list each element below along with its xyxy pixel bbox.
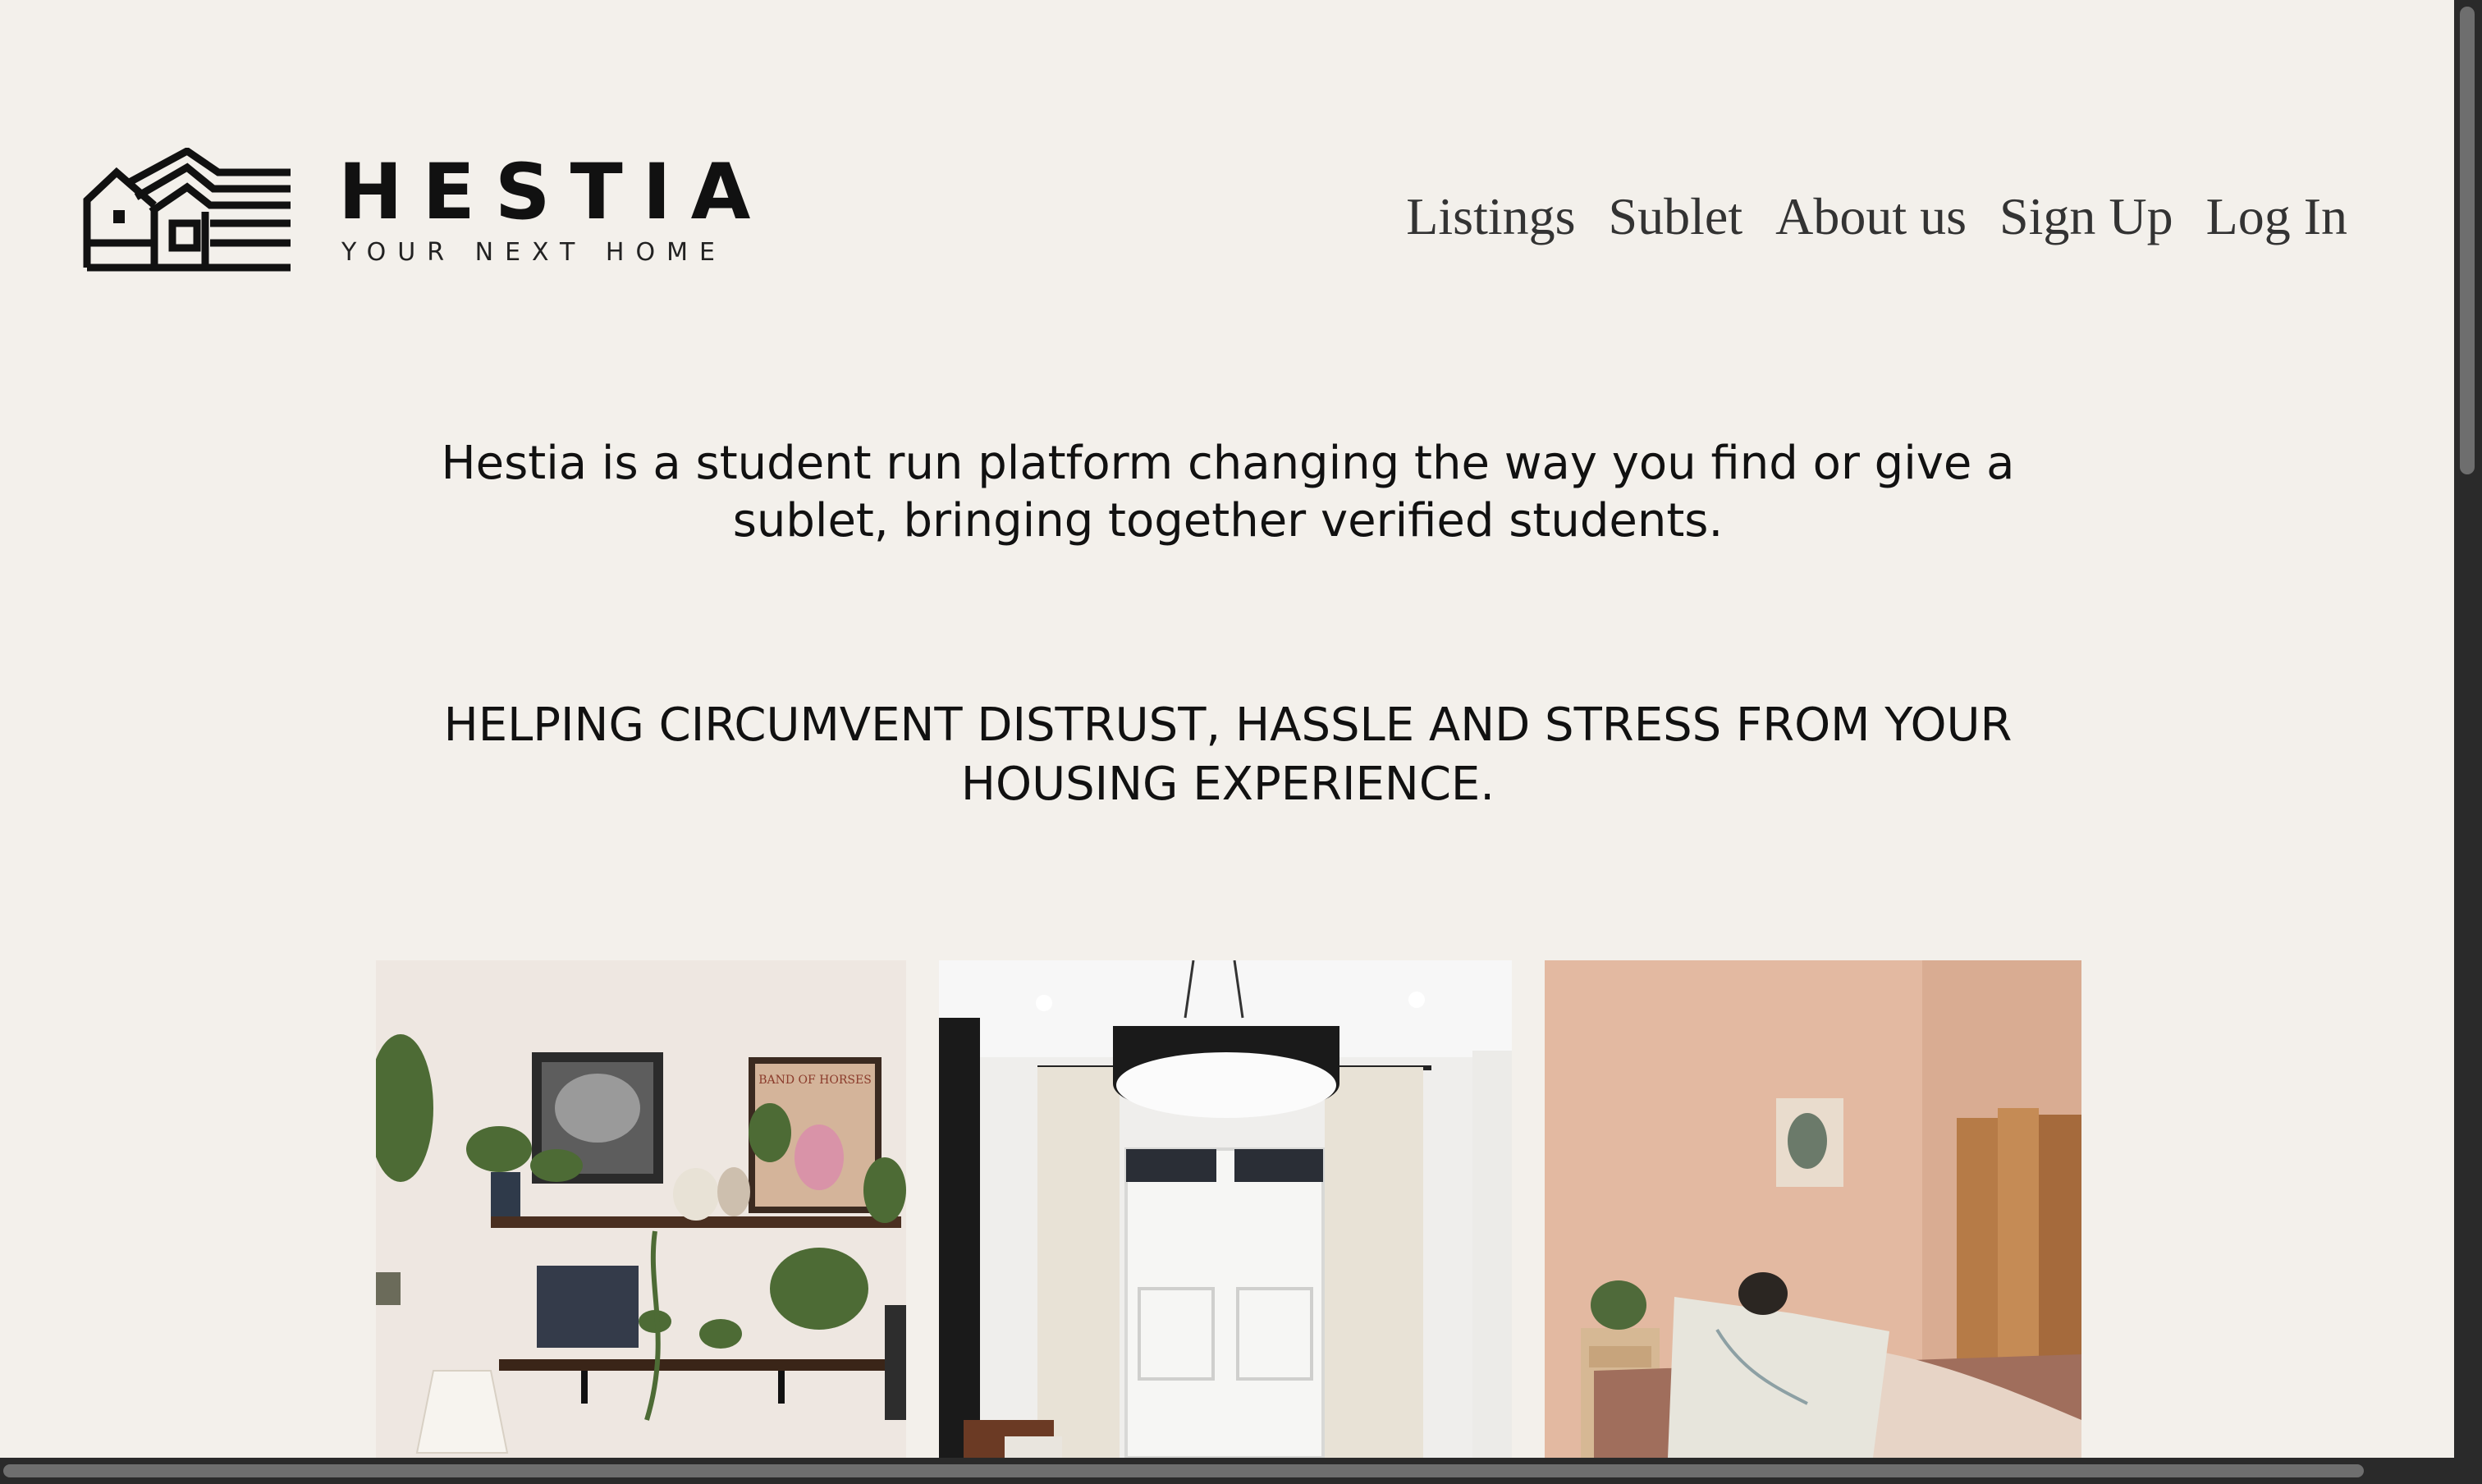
intro-text: Hestia is a student run platform changin…: [441, 437, 2015, 547]
room-shelves-plants-photo[interactable]: BAND OF HORSES: [376, 960, 906, 1458]
room-pendant-lamp-photo[interactable]: [939, 960, 1512, 1458]
brand-tagline: YOUR NEXT HOME: [341, 238, 726, 267]
nav-link-log-in[interactable]: Log In: [2206, 190, 2347, 243]
nav-link-sublet[interactable]: Sublet: [1609, 190, 1743, 243]
house-logo-icon: [83, 148, 291, 272]
brand-name: HESTIA: [338, 148, 771, 237]
photo-gallery: BAND OF HORSES: [0, 960, 2454, 1458]
nav-link-about-us[interactable]: About us: [1775, 190, 1967, 243]
horizontal-scrollbar[interactable]: [0, 1458, 2454, 1484]
vertical-scrollbar-thumb[interactable]: [2460, 7, 2475, 474]
horizontal-scrollbar-thumb[interactable]: [3, 1464, 2364, 1477]
brand-logo[interactable]: HESTIA YOUR NEXT HOME: [82, 148, 750, 279]
bedroom-map-reading-photo[interactable]: [1545, 960, 2081, 1458]
mission-tagline: HELPING CIRCUMVENT DISTRUST, HASSLE AND …: [443, 698, 2013, 811]
nav-link-sign-up[interactable]: Sign Up: [1999, 190, 2173, 243]
page: HESTIA YOUR NEXT HOME Listings Sublet Ab…: [0, 0, 2454, 1458]
poster-text: BAND OF HORSES: [758, 1074, 872, 1087]
scrollbar-corner: [2454, 1458, 2482, 1484]
main-nav: Listings Sublet About us Sign Up Log In: [1406, 190, 2347, 243]
nav-link-listings[interactable]: Listings: [1406, 190, 1575, 243]
vertical-scrollbar[interactable]: [2454, 0, 2482, 1484]
